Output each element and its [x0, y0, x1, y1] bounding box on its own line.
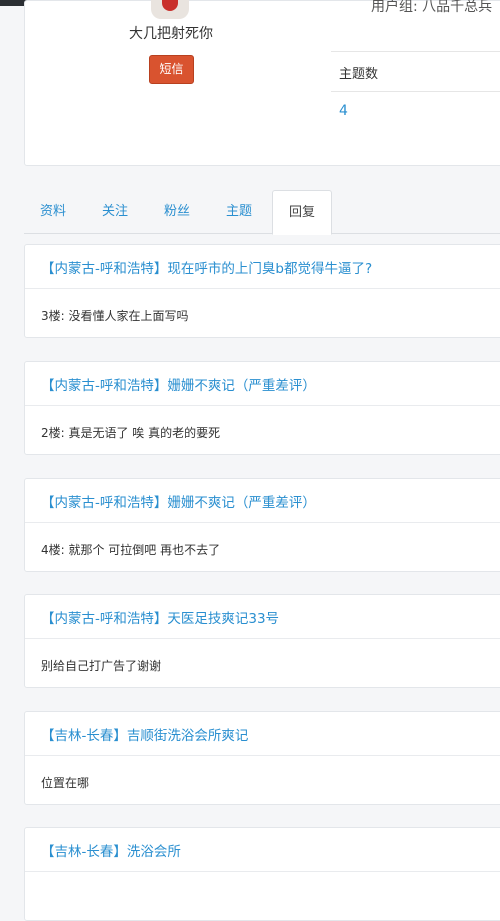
post-divider — [25, 522, 500, 523]
username[interactable]: 大几把射死你 — [25, 23, 317, 43]
post-reply-text: 别给自己打广告了谢谢 — [41, 659, 162, 673]
post-title-link[interactable]: 【内蒙古-呼和浩特】天医足技爽记33号 — [41, 607, 279, 627]
sms-button[interactable]: 短信 — [149, 55, 194, 84]
post-reply-text: 4楼: 就那个 可拉倒吧 再也不去了 — [41, 543, 221, 557]
profile-card: 大几把射死你 短信 用户组: 八品千总兵 主题数 4 — [24, 0, 500, 166]
post-divider — [25, 755, 500, 756]
avatar[interactable] — [151, 0, 189, 19]
avatar-face — [162, 0, 178, 11]
post-reply-text: 位置在哪 — [41, 776, 90, 790]
post-item: 【内蒙古-呼和浩特】姗姗不爽记（严重差评） 4楼: 就那个 可拉倒吧 再也不去了 — [24, 478, 500, 572]
post-reply-text: 3楼: 没看懂人家在上面写吗 — [41, 309, 189, 323]
tab-fans[interactable]: 粉丝 — [164, 190, 190, 234]
post-divider — [25, 405, 500, 406]
post-item: 【内蒙古-呼和浩特】姗姗不爽记（严重差评） 2楼: 真是无语了 唉 真的老的要死 — [24, 361, 500, 455]
post-item: 【内蒙古-呼和浩特】天医足技爽记33号 别给自己打广告了谢谢 — [24, 594, 500, 688]
post-divider — [25, 638, 500, 639]
profile-tabs: 资料 关注 粉丝 主题 回复 — [24, 190, 500, 235]
tabs-divider — [24, 233, 500, 234]
post-divider — [25, 871, 500, 872]
post-title-link[interactable]: 【吉林-长春】洗浴会所 — [41, 840, 181, 860]
post-title-link[interactable]: 【内蒙古-呼和浩特】姗姗不爽记（严重差评） — [41, 491, 316, 511]
tab-profile[interactable]: 资料 — [40, 190, 66, 234]
post-item: 【吉林-长春】吉顺街洗浴会所爽记 位置在哪 — [24, 711, 500, 805]
topic-count-value[interactable]: 4 — [339, 103, 348, 119]
stats-divider — [331, 91, 500, 92]
post-item: 【吉林-长春】洗浴会所 — [24, 827, 500, 921]
post-title-link[interactable]: 【内蒙古-呼和浩特】现在呼市的上门臭b都觉得牛逼了? — [41, 257, 372, 277]
tab-replies[interactable]: 回复 — [272, 190, 332, 235]
tab-topics[interactable]: 主题 — [226, 190, 252, 234]
topic-count-label: 主题数 — [339, 67, 379, 82]
post-title-link[interactable]: 【内蒙古-呼和浩特】姗姗不爽记（严重差评） — [41, 374, 316, 394]
tab-following[interactable]: 关注 — [102, 190, 128, 234]
usergroup-label: 用户组: 八品千总兵 — [371, 0, 493, 15]
post-item: 【内蒙古-呼和浩特】现在呼市的上门臭b都觉得牛逼了? 3楼: 没看懂人家在上面写… — [24, 244, 500, 338]
post-title-link[interactable]: 【吉林-长春】吉顺街洗浴会所爽记 — [41, 724, 248, 744]
post-reply-text: 2楼: 真是无语了 唉 真的老的要死 — [41, 426, 221, 440]
stats-divider — [331, 51, 500, 52]
post-divider — [25, 288, 500, 289]
